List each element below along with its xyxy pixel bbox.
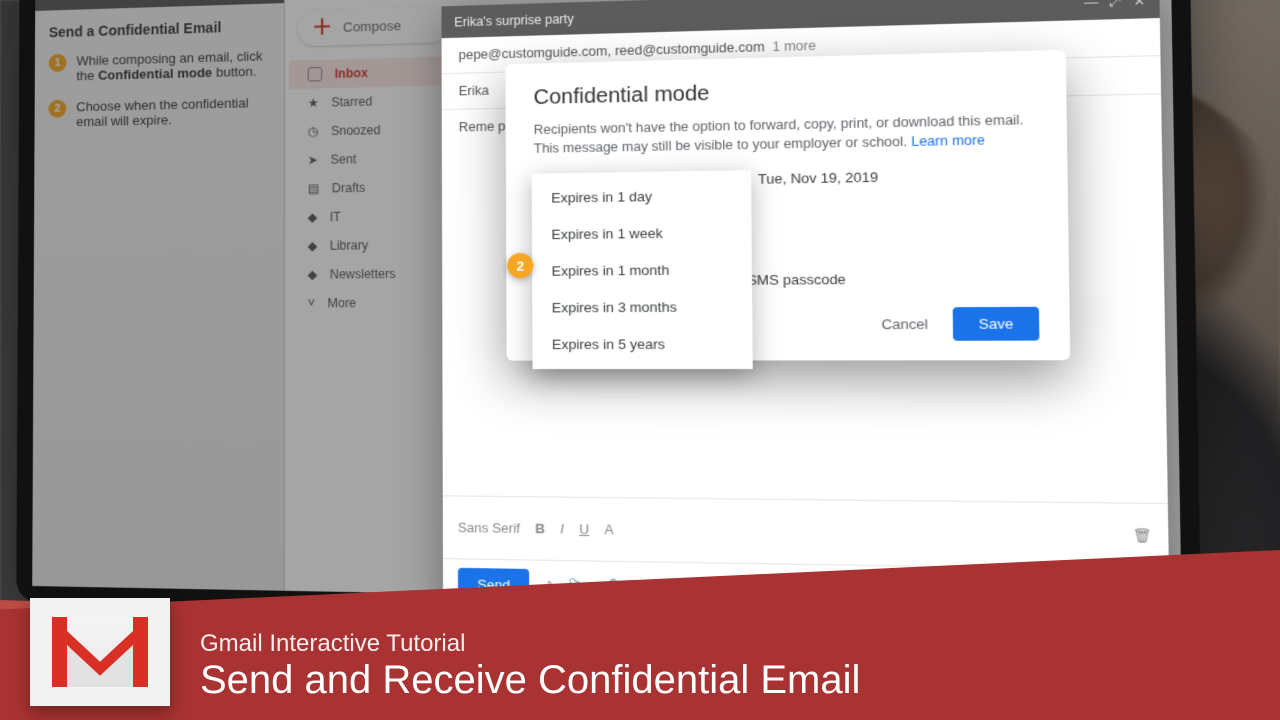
compose-toolbar: Sans Serif B I U A 🗑	[443, 495, 1169, 569]
step-hint-bubble: 2	[507, 253, 533, 278]
minimize-icon[interactable]: —	[1084, 0, 1098, 11]
sidebar-item-snoozed[interactable]: ◷Snoozed	[289, 114, 459, 146]
instruction-pane: Send and Receive Confidential Email Send…	[32, 0, 285, 591]
font-picker[interactable]: Sans Serif	[458, 520, 520, 536]
banner-subtitle: Gmail Interactive Tutorial	[200, 630, 860, 658]
sidebar-item-library[interactable]: ◆Library	[289, 230, 459, 261]
label-icon: ◆	[308, 267, 318, 281]
compose-label: Compose	[343, 18, 401, 35]
gmail-logo-tile	[30, 598, 170, 706]
trash-icon[interactable]: 🗑	[1132, 528, 1151, 545]
instruction-step-2: 2 Choose when the confidential email wil…	[34, 88, 283, 140]
dialog-title: Confidential mode	[533, 74, 1036, 110]
expiration-dropdown[interactable]: Expires in 1 day Expires in 1 week Expir…	[532, 170, 753, 369]
expire-option-5-years[interactable]: Expires in 5 years	[532, 325, 752, 362]
label-icon: ◆	[308, 210, 318, 224]
expand-icon[interactable]: ⤢	[1110, 0, 1122, 11]
learn-more-link[interactable]: Learn more	[911, 133, 985, 149]
banner-title: Send and Receive Confidential Email	[200, 658, 860, 702]
monitor-frame: Send and Receive Confidential Email Send…	[16, 0, 1201, 626]
label-icon: ◆	[308, 239, 318, 253]
underline-icon[interactable]: U	[579, 522, 589, 537]
sidebar-item-starred[interactable]: ★Starred	[289, 85, 459, 118]
inbox-icon	[308, 67, 323, 82]
save-button[interactable]: Save	[953, 307, 1039, 341]
step-badge-2: 2	[48, 99, 66, 117]
step-badge-1: 1	[49, 53, 67, 71]
cancel-button[interactable]: Cancel	[872, 308, 937, 342]
sidebar-item-newsletters[interactable]: ◆Newsletters	[289, 259, 459, 289]
compose-more-recipients: 1 more	[772, 38, 816, 54]
gmail-logo-icon	[52, 617, 148, 687]
close-icon[interactable]: ✕	[1133, 0, 1145, 10]
gmail-app: Gmail ＋ Compose Inbox ★Starred ◷Snoozed …	[285, 0, 1182, 608]
drafts-icon: ▤	[308, 181, 320, 195]
sidebar-item-more[interactable]: ˅More	[289, 288, 459, 318]
star-icon: ★	[308, 96, 319, 111]
sidebar-item-inbox[interactable]: Inbox	[289, 56, 459, 89]
instruction-step-1: 1 While composing an email, click the Co…	[35, 41, 284, 94]
compose-window-title: Erika's surprise party	[454, 11, 574, 29]
banner-text: Gmail Interactive Tutorial Send and Rece…	[200, 630, 860, 702]
expire-option-1-week[interactable]: Expires in 1 week	[532, 214, 752, 253]
expiration-date: Tue, Nov 19, 2019	[758, 169, 878, 187]
step-2-text: Choose when the confidential email will …	[76, 94, 269, 129]
screen: Send and Receive Confidential Email Send…	[32, 0, 1181, 608]
plus-icon: ＋	[312, 21, 333, 34]
sidebar-item-sent[interactable]: ➤Sent	[289, 143, 459, 175]
sidebar-item-drafts[interactable]: ▤Drafts	[289, 172, 459, 203]
expire-option-1-day[interactable]: Expires in 1 day	[532, 176, 752, 216]
text-color-icon[interactable]: A	[604, 522, 613, 537]
clock-icon: ◷	[308, 124, 319, 139]
step-1-text: While composing an email, click the Conf…	[76, 48, 269, 83]
compose-button[interactable]: ＋ Compose	[297, 6, 450, 46]
sent-icon: ➤	[308, 153, 318, 167]
expire-option-3-months[interactable]: Expires in 3 months	[532, 288, 752, 326]
expire-option-1-month[interactable]: Expires in 1 month	[532, 251, 752, 290]
bold-icon[interactable]: B	[535, 521, 545, 536]
sidebar-item-it[interactable]: ◆IT	[289, 201, 459, 232]
chevron-down-icon: ˅	[308, 296, 315, 310]
italic-icon[interactable]: I	[560, 521, 564, 536]
gmail-sidebar: ＋ Compose Inbox ★Starred ◷Snoozed ➤Sent …	[285, 0, 465, 594]
dialog-description: Recipients won't have the option to forw…	[534, 110, 1037, 158]
compose-subject: Erika	[459, 83, 489, 98]
